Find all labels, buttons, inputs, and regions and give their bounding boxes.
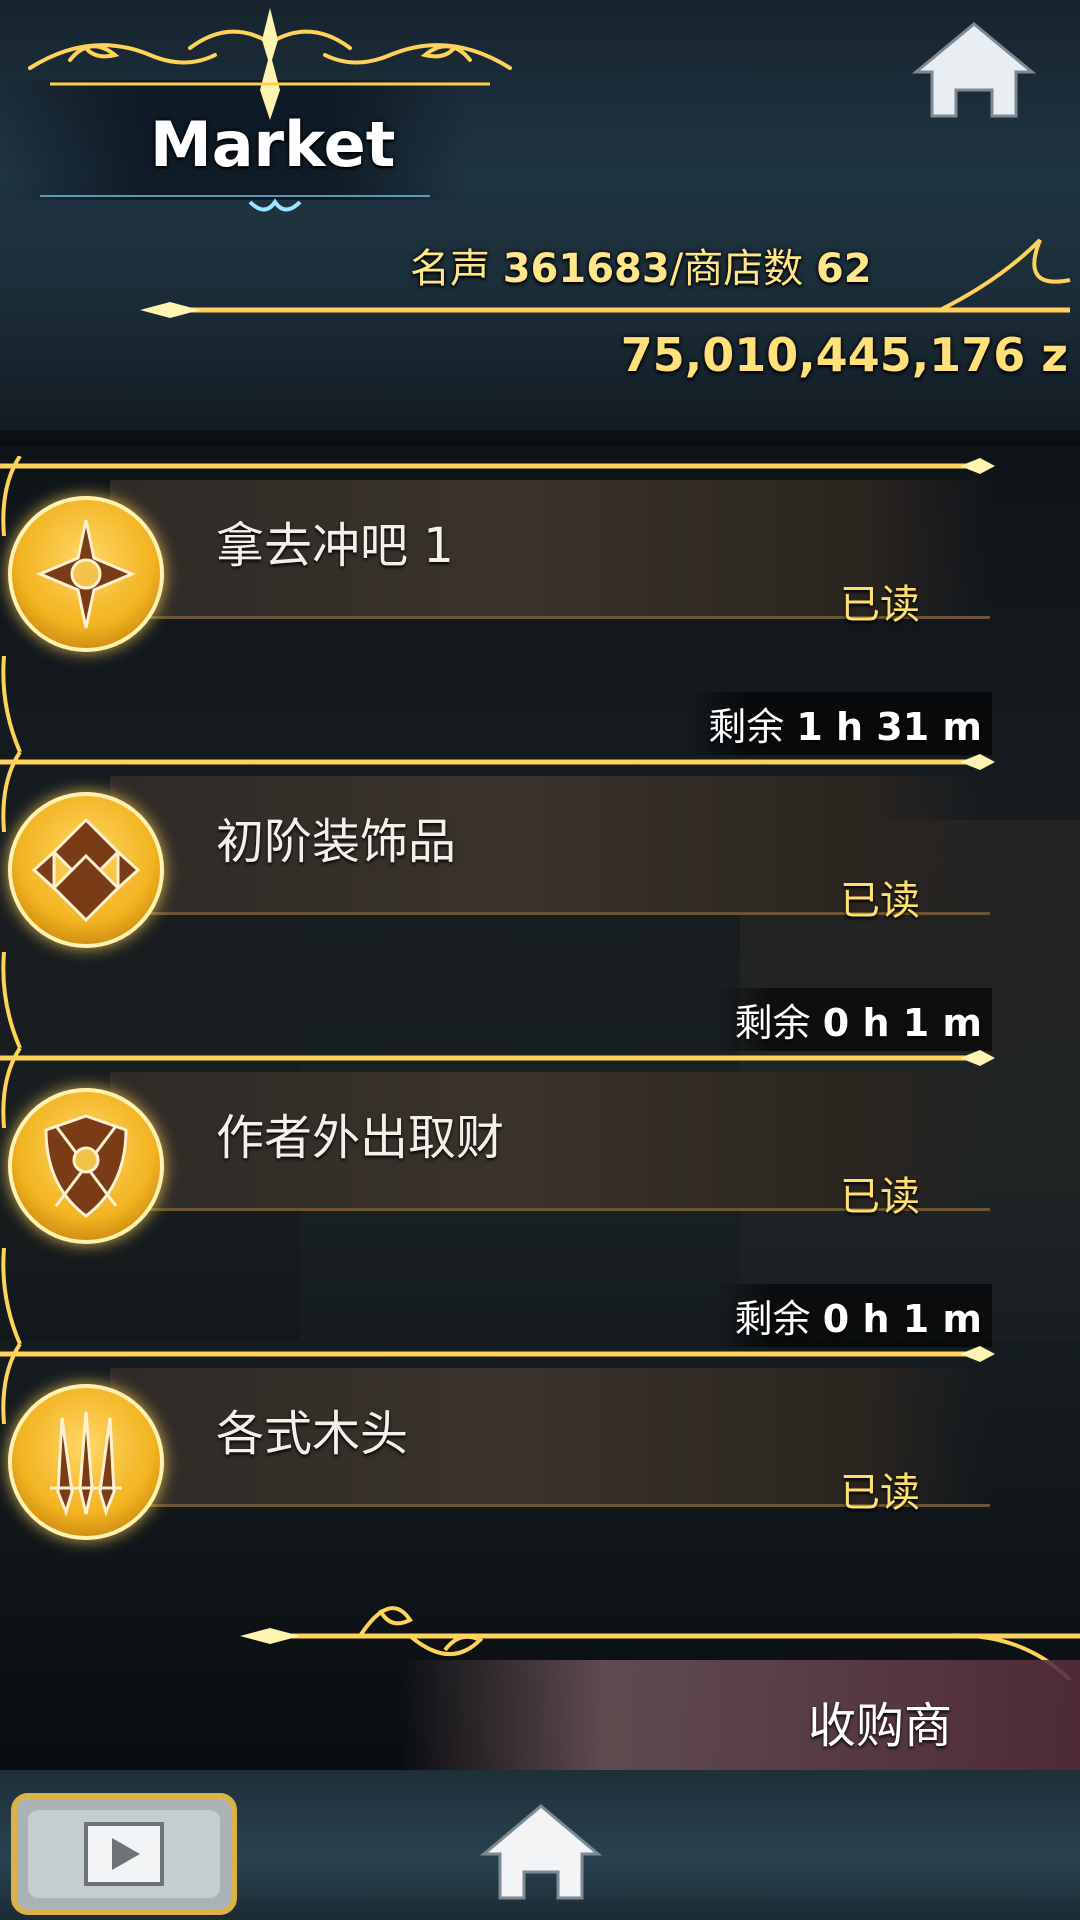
timer-label: 剩余 xyxy=(708,705,785,749)
order-status: 已读 xyxy=(840,878,920,924)
timer-value: 0 h 1 m xyxy=(822,1297,982,1341)
compass-cross-icon xyxy=(8,496,164,652)
order-status: 已读 xyxy=(840,1470,920,1516)
order-name: 各式木头 xyxy=(216,1406,409,1462)
order-timer: 剩余 0 h 1 m xyxy=(714,1284,992,1347)
order-item[interactable]: 作者外出取财 已读 剩余 0 h 1 m xyxy=(0,1048,1080,1347)
video-play-button[interactable] xyxy=(8,1790,240,1918)
order-name: 拿去冲吧 1 xyxy=(216,518,454,574)
order-name: 初阶装饰品 xyxy=(216,814,457,870)
timer-label: 剩余 xyxy=(734,1001,811,1045)
crossed-swords-icon xyxy=(8,1384,164,1540)
order-status: 已读 xyxy=(840,582,920,628)
order-item[interactable]: 拿去冲吧 1 已读 剩余 1 h 31 m xyxy=(0,456,1080,755)
timer-label: 剩余 xyxy=(734,1297,811,1341)
diamond-ornament-icon xyxy=(8,792,164,948)
order-timer: 剩余 1 h 31 m xyxy=(688,692,992,755)
home-button[interactable] xyxy=(480,1800,602,1904)
order-name: 作者外出取财 xyxy=(216,1110,505,1166)
order-item[interactable]: 初阶装饰品 已读 剩余 0 h 1 m xyxy=(0,752,1080,1051)
order-timer: 剩余 0 h 1 m xyxy=(714,988,992,1051)
vendor-button[interactable] xyxy=(400,1660,1080,1770)
timer-value: 0 h 1 m xyxy=(822,1001,982,1045)
forge-shield-icon xyxy=(8,1088,164,1244)
timer-value: 1 h 31 m xyxy=(796,705,982,749)
order-status: 已读 xyxy=(840,1174,920,1220)
vendor-label: 收购商 xyxy=(808,1698,953,1754)
